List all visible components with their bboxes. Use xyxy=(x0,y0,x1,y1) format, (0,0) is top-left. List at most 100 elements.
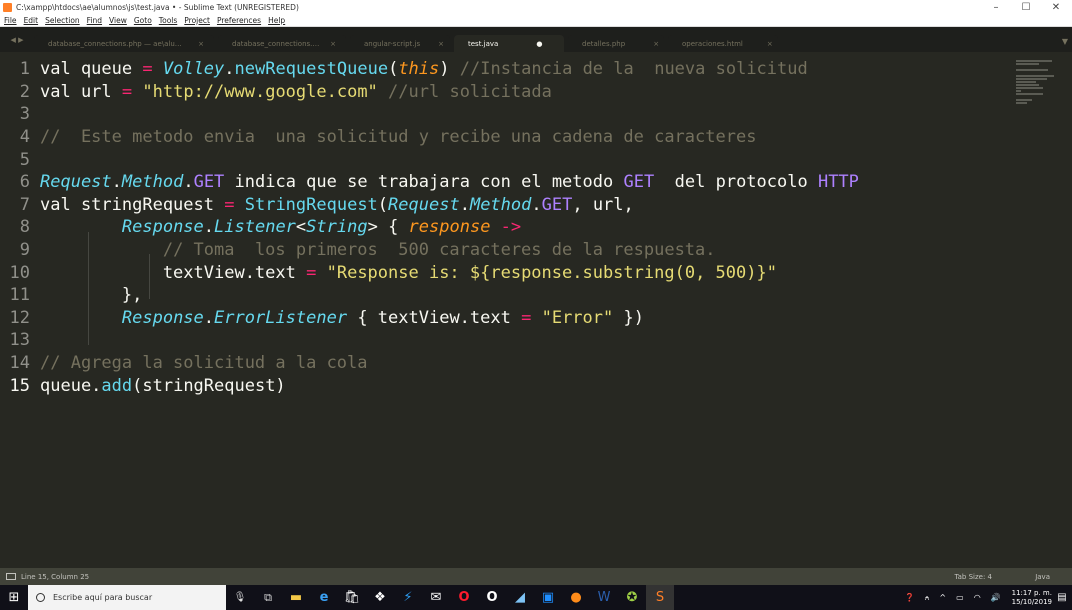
battery-icon[interactable]: ▭ xyxy=(956,593,964,602)
volume-icon[interactable]: 🔊 xyxy=(991,593,1001,602)
opera-icon[interactable]: O xyxy=(450,585,478,610)
code-line[interactable]: 1 val queue = Volley. newRequestQueue(this… xyxy=(0,58,808,81)
people-icon[interactable]: ⍲ xyxy=(925,593,930,603)
code-token: . xyxy=(224,59,235,80)
file-explorer-icon[interactable]: ▬ xyxy=(282,585,310,610)
code-token: Listener xyxy=(214,217,296,238)
android-icon[interactable]: ✪ xyxy=(618,585,646,610)
help-icon[interactable]: ❓ xyxy=(905,593,915,602)
code-line[interactable]: 10 textView.text = "Response is: ${respo… xyxy=(0,261,777,284)
minimap-line xyxy=(1016,84,1040,86)
code-token: HTTP xyxy=(817,172,859,193)
edge-browser-icon[interactable]: e xyxy=(310,585,338,610)
tab-test-java[interactable]: test.java ● xyxy=(454,35,564,52)
code-token: . xyxy=(203,217,215,238)
tab-close-icon[interactable]: × xyxy=(767,40,773,48)
tab-operaciones[interactable]: operaciones.html × xyxy=(668,35,778,52)
vscode-icon[interactable]: ⚡ xyxy=(394,585,422,610)
wifi-icon[interactable]: ◠ xyxy=(974,593,981,602)
menu-preferences[interactable]: Preferences xyxy=(217,16,261,25)
system-tray: ❓ ⍲ ^ ▭ ◠ 🔊 11:17 p. m. 15/10/2019 xyxy=(900,585,1052,610)
clock[interactable]: 11:17 p. m. 15/10/2019 xyxy=(1012,589,1052,607)
minimap-line xyxy=(1016,78,1047,80)
store-icon[interactable]: 🛍 xyxy=(338,585,366,610)
tab-close-icon[interactable]: × xyxy=(438,40,444,48)
sublime-app-icon xyxy=(3,2,12,12)
tab-angular-script[interactable]: angular-script.js × xyxy=(350,35,450,52)
tab-detalles[interactable]: detalles.php × xyxy=(568,35,664,52)
teamviewer-icon[interactable]: ▣ xyxy=(534,585,562,610)
tab-close-icon[interactable]: × xyxy=(330,40,336,48)
menu-bar: File Edit Selection Find View Goto Tools… xyxy=(0,14,1072,27)
code-line[interactable]: 7 val stringRequest = StringRequest(Reque… xyxy=(0,194,634,217)
code-token: = xyxy=(224,194,235,215)
menu-project[interactable]: Project xyxy=(184,16,210,25)
line-number: 3 xyxy=(19,104,30,125)
menu-view[interactable]: View xyxy=(109,16,127,25)
tab-nav-arrows[interactable]: ◀ ▶ xyxy=(0,27,34,52)
code-line[interactable]: 2 val url = "http://www.google.com" //url… xyxy=(0,81,552,104)
code-line[interactable]: 9 // Toma los primeros 500 caracteres de… xyxy=(0,239,716,262)
minimap-line xyxy=(1016,60,1052,62)
code-token: textView.text xyxy=(40,262,307,283)
code-token: . xyxy=(111,172,122,193)
search-placeholder: Escribe aquí para buscar xyxy=(53,593,153,602)
minimap-line xyxy=(1016,90,1022,92)
tray-chevron-icon[interactable]: ^ xyxy=(939,593,946,602)
sublime-taskbar-icon[interactable]: S xyxy=(646,585,674,610)
tab-label: database_connections.php — ae xyxy=(232,39,321,48)
close-window-button[interactable]: ✕ xyxy=(1044,0,1068,14)
windows-start-icon[interactable]: ⊞ xyxy=(0,585,28,610)
code-line[interactable]: 12 Response. ErrorListener { textView.tex… xyxy=(0,307,644,330)
menu-file[interactable]: File xyxy=(4,16,17,25)
code-line[interactable]: 4 // Este metodo envia una solicitud y re… xyxy=(0,126,757,149)
mail-icon[interactable]: ✉ xyxy=(422,585,450,610)
taskbar-search-input[interactable]: Escribe aquí para buscar xyxy=(28,585,226,610)
tab-database-connections-2[interactable]: database_connections.php — ae × xyxy=(218,35,346,52)
code-line[interactable]: 6 Request. Method. GET indica que se trabaj… xyxy=(0,171,859,194)
menu-goto[interactable]: Goto xyxy=(134,16,152,25)
tab-modified-dot-icon[interactable]: ● xyxy=(536,40,542,48)
code-token: Request xyxy=(40,172,112,193)
tab-close-icon[interactable]: × xyxy=(198,40,204,48)
dropbox-icon[interactable]: ❖ xyxy=(366,585,394,610)
panel-toggle-icon[interactable] xyxy=(6,573,16,580)
tab-size-indicator[interactable]: Tab Size: 4 xyxy=(955,573,992,581)
tab-overflow-chevron-icon[interactable]: ▼ xyxy=(1062,37,1068,46)
menu-selection[interactable]: Selection xyxy=(45,16,80,25)
tab-database-connections-1[interactable]: database_connections.php — ae\alumnos\da… xyxy=(34,35,214,52)
syntax-indicator[interactable]: Java xyxy=(1035,573,1050,581)
code-line[interactable]: 5 xyxy=(0,148,40,171)
code-line[interactable]: 11 }, xyxy=(0,284,143,307)
line-number: 7 xyxy=(19,194,30,215)
code-line[interactable]: 14 // Agrega la solicitud a la cola xyxy=(0,352,368,375)
code-line[interactable]: 8 Response. Listener < String > { response -… xyxy=(0,216,521,239)
word-icon[interactable]: W xyxy=(590,585,618,610)
code-line[interactable]: 3 xyxy=(0,103,40,126)
code-line[interactable]: 13 xyxy=(0,329,40,352)
menu-tools[interactable]: Tools xyxy=(159,16,177,25)
code-token: Request xyxy=(388,194,460,215)
code-token: "Response is: ${response.substring(0, 50… xyxy=(326,262,777,283)
tab-close-icon[interactable]: × xyxy=(653,40,659,48)
code-line[interactable]: 15 queue. add (stringRequest) xyxy=(0,374,286,397)
code-token: Volley xyxy=(162,59,225,80)
code-editor[interactable]: 1 val queue = Volley. newRequestQueue(this… xyxy=(0,52,1010,568)
menu-find[interactable]: Find xyxy=(87,16,102,25)
menu-edit[interactable]: Edit xyxy=(24,16,39,25)
minimap-line xyxy=(1016,99,1033,101)
minimap[interactable] xyxy=(1010,52,1072,568)
circle-app-icon[interactable]: O xyxy=(478,585,506,610)
minimize-button[interactable]: – xyxy=(984,0,1008,14)
microphone-icon[interactable]: 🎙 xyxy=(226,585,254,610)
android-studio-icon[interactable]: ◢ xyxy=(506,585,534,610)
code-token: queue. xyxy=(40,375,102,396)
line-number: 14 xyxy=(9,353,30,374)
task-view-icon[interactable]: ⧉ xyxy=(254,585,282,610)
maximize-button[interactable]: ☐ xyxy=(1014,0,1038,14)
firefox-icon[interactable]: ● xyxy=(562,585,590,610)
minimap-line xyxy=(1016,69,1049,71)
notification-center-icon[interactable]: ▤ xyxy=(1054,585,1070,610)
menu-help[interactable]: Help xyxy=(268,16,285,25)
